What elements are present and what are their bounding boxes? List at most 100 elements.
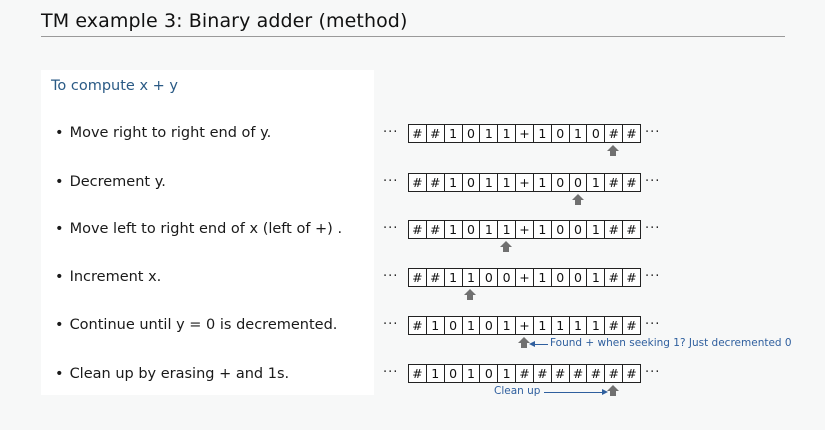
tape-cell: # bbox=[569, 364, 588, 383]
tape-ellipsis-left: ··· bbox=[383, 221, 399, 236]
tape-cell: # bbox=[623, 173, 641, 192]
bullet: • bbox=[55, 125, 64, 141]
tape-cell: 1 bbox=[444, 173, 463, 192]
tape-cell: # bbox=[623, 364, 641, 383]
tape-ellipsis-right: ··· bbox=[645, 317, 661, 332]
tape-cell: 1 bbox=[444, 220, 463, 239]
tape-cell: 0 bbox=[480, 364, 499, 383]
step-text: Clean up by erasing + and 1s. bbox=[69, 366, 290, 382]
tape-cell: + bbox=[516, 220, 534, 239]
tape-3: # #1 0 1 1 +1 0 0 1 # # bbox=[408, 220, 641, 239]
tape-2: # #1 0 1 1 +1 0 0 1 # # bbox=[408, 173, 641, 192]
tape-cell: # bbox=[605, 124, 624, 143]
tape-cell: 1 bbox=[587, 220, 606, 239]
tape-ellipsis-right: ··· bbox=[645, 174, 661, 189]
tape-cell: 1 bbox=[444, 124, 463, 143]
tape-cell: # bbox=[409, 124, 427, 143]
annotation-arrow-line bbox=[534, 344, 549, 345]
annotation-clean-up: Clean up bbox=[494, 385, 541, 397]
tape-cell: 0 bbox=[551, 268, 570, 287]
tape-ellipsis-right: ··· bbox=[645, 269, 661, 284]
page-title: TM example 3: Binary adder (method) bbox=[41, 10, 408, 32]
bullet: • bbox=[55, 269, 64, 285]
tape-cell: 0 bbox=[551, 220, 570, 239]
title-divider bbox=[41, 36, 785, 37]
tape-ellipsis-right: ··· bbox=[645, 365, 661, 380]
tape-cell: 1 bbox=[569, 316, 588, 335]
bullet: • bbox=[55, 317, 64, 333]
annotation-arrowhead-icon bbox=[602, 389, 609, 395]
tape-cell: + bbox=[516, 268, 534, 287]
bullet: • bbox=[55, 366, 64, 382]
tape-cell: # bbox=[409, 364, 427, 383]
tape-cell: 1 bbox=[498, 316, 517, 335]
tape-cell: 1 bbox=[569, 124, 588, 143]
tape-ellipsis-left: ··· bbox=[383, 317, 399, 332]
tape-cell: 1 bbox=[533, 268, 552, 287]
tape-cell: 1 bbox=[462, 364, 481, 383]
tape-cell: 0 bbox=[444, 364, 463, 383]
subtitle: To compute x + y bbox=[51, 78, 178, 94]
tape-cell: 1 bbox=[462, 316, 481, 335]
tape-1: # #1 0 1 1 +1 0 1 0 # # bbox=[408, 124, 641, 143]
tape-cell: 1 bbox=[426, 316, 445, 335]
tape-cell: + bbox=[516, 124, 534, 143]
tape-cell: # bbox=[533, 364, 552, 383]
tape-cell: 0 bbox=[587, 124, 606, 143]
tape-cell: 0 bbox=[480, 268, 499, 287]
tape-cell: # bbox=[605, 364, 624, 383]
tape-ellipsis-left: ··· bbox=[383, 365, 399, 380]
tape-cell: 1 bbox=[498, 364, 517, 383]
step-text: Decrement y. bbox=[69, 174, 166, 190]
bullet: • bbox=[55, 174, 64, 190]
tape-cell: 1 bbox=[551, 316, 570, 335]
tape-cell: # bbox=[426, 173, 445, 192]
tape-cell: # bbox=[623, 124, 641, 143]
step-text: Increment x. bbox=[69, 269, 162, 285]
tape-cell: + bbox=[516, 173, 534, 192]
tape-cell: 0 bbox=[480, 316, 499, 335]
tape-cell: # bbox=[426, 220, 445, 239]
tape-5: #1 0 1 0 1 +1 1 1 1 # # bbox=[408, 316, 641, 335]
tape-cell: # bbox=[623, 316, 641, 335]
tape-cell: 0 bbox=[462, 124, 481, 143]
tape-cell: # bbox=[623, 268, 641, 287]
tape-cell: 1 bbox=[498, 124, 517, 143]
tape-cell: 1 bbox=[444, 268, 463, 287]
tape-cell: 1 bbox=[587, 316, 606, 335]
tape-ellipsis-left: ··· bbox=[383, 125, 399, 140]
tape-cell: 0 bbox=[462, 173, 481, 192]
tape-cell: + bbox=[516, 316, 534, 335]
tape-cell: 1 bbox=[480, 124, 499, 143]
tape-cell: 0 bbox=[444, 316, 463, 335]
step-text: Continue until y = 0 is decremented. bbox=[69, 317, 338, 333]
step-1: • Move right to right end of y. bbox=[55, 125, 271, 141]
tape-cell: 0 bbox=[569, 220, 588, 239]
tape-cell: 1 bbox=[498, 220, 517, 239]
tape-cell: # bbox=[605, 173, 624, 192]
tape-cell: 0 bbox=[498, 268, 517, 287]
tape-cell: 1 bbox=[587, 173, 606, 192]
tape-cell: 1 bbox=[533, 220, 552, 239]
step-6: • Clean up by erasing + and 1s. bbox=[55, 366, 289, 382]
tape-cell: 1 bbox=[480, 220, 499, 239]
tape-cell: 1 bbox=[533, 124, 552, 143]
tape-cell: 1 bbox=[587, 268, 606, 287]
tape-cell: # bbox=[409, 173, 427, 192]
annotation-arrow-line bbox=[544, 392, 604, 393]
tape-cell: # bbox=[605, 268, 624, 287]
tape-cell: 0 bbox=[551, 124, 570, 143]
tape-ellipsis-left: ··· bbox=[383, 174, 399, 189]
tape-cell: 0 bbox=[569, 268, 588, 287]
tape-cell: # bbox=[605, 220, 624, 239]
step-5: • Continue until y = 0 is decremented. bbox=[55, 317, 337, 333]
tape-cell: # bbox=[516, 364, 534, 383]
tape-cell: # bbox=[409, 220, 427, 239]
tape-cell: # bbox=[551, 364, 570, 383]
step-3: • Move left to right end of x (left of +)… bbox=[55, 221, 342, 237]
step-4: • Increment x. bbox=[55, 269, 161, 285]
tape-cell: 0 bbox=[551, 173, 570, 192]
step-2: • Decrement y. bbox=[55, 174, 166, 190]
tape-cell: # bbox=[623, 220, 641, 239]
tape-ellipsis-right: ··· bbox=[645, 221, 661, 236]
